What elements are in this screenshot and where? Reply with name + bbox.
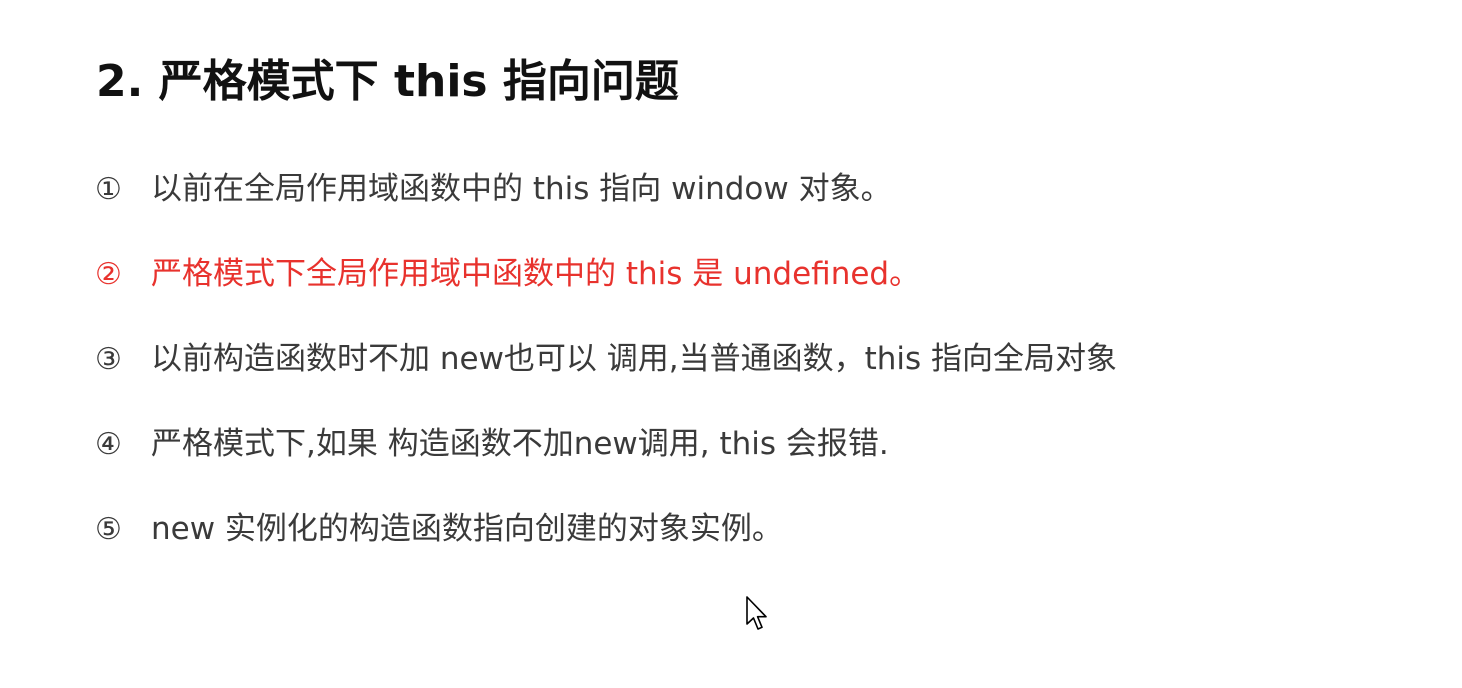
slide: 2. 严格模式下 this 指向问题 ① 以前在全局作用域函数中的 this 指… — [0, 0, 1462, 688]
mouse-pointer-icon — [746, 596, 767, 630]
point-text: 以前在全局作用域函数中的 this 指向 window 对象。 — [151, 171, 892, 207]
list-item: ③ 以前构造函数时不加 new也可以 调用,当普通函数，this 指向全局对象 — [95, 334, 1117, 419]
circled-number-4: ④ — [95, 427, 122, 462]
circled-number-1: ① — [95, 172, 122, 207]
point-text: 严格模式下,如果 构造函数不加new调用, this 会报错. — [151, 426, 889, 462]
circled-number-3: ③ — [95, 342, 122, 377]
list-item: ① 以前在全局作用域函数中的 this 指向 window 对象。 — [95, 164, 1117, 249]
list-item-highlighted: ② 严格模式下全局作用域中函数中的 this 是 undefined。 — [95, 249, 1117, 334]
circled-number-5: ⑤ — [95, 512, 122, 547]
point-text: 以前构造函数时不加 new也可以 调用,当普通函数，this 指向全局对象 — [151, 341, 1118, 377]
circled-number-2: ② — [95, 257, 122, 292]
list-item: ⑤ new 实例化的构造函数指向创建的对象实例。 — [95, 504, 1117, 589]
slide-title: 2. 严格模式下 this 指向问题 — [96, 56, 679, 107]
point-list: ① 以前在全局作用域函数中的 this 指向 window 对象。 ② 严格模式… — [95, 164, 1117, 589]
point-text: new 实例化的构造函数指向创建的对象实例。 — [151, 511, 783, 547]
list-item: ④ 严格模式下,如果 构造函数不加new调用, this 会报错. — [95, 419, 1117, 504]
point-text: 严格模式下全局作用域中函数中的 this 是 undefined。 — [151, 256, 921, 292]
